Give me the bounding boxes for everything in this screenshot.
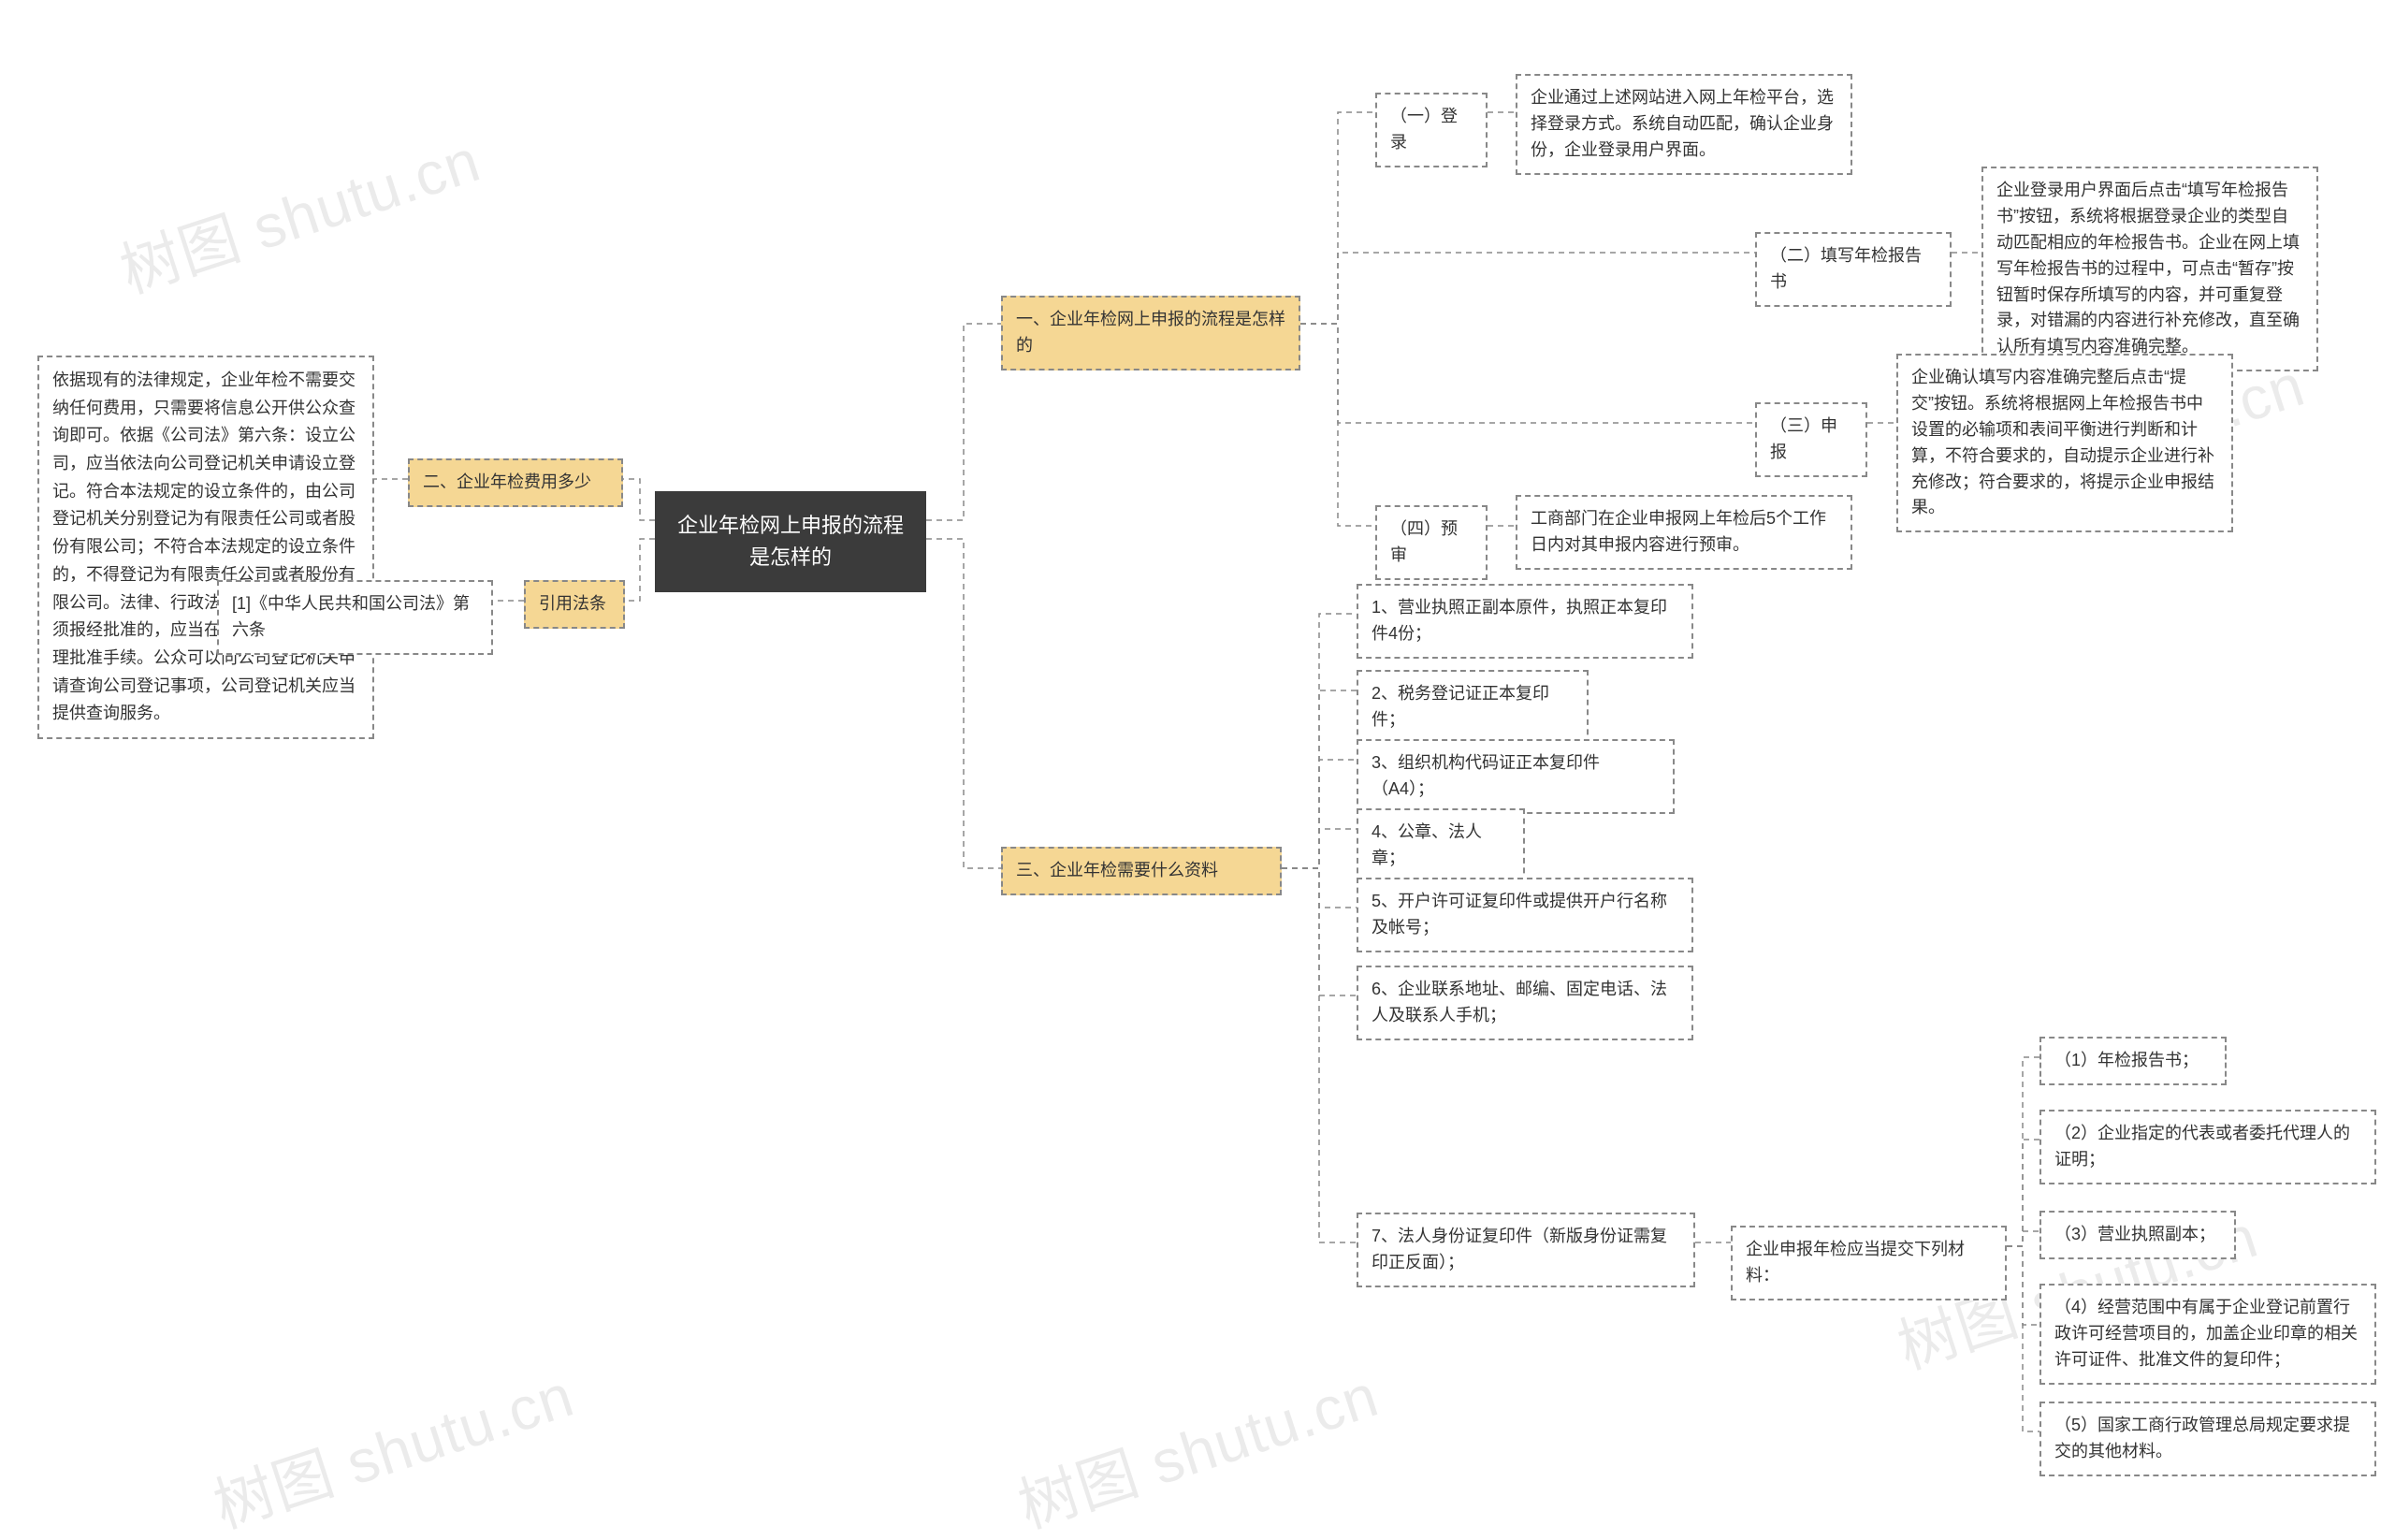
docs-sub-item-3: （3）营业执照副本； [2039,1211,2236,1259]
process-step-1-text: 企业通过上述网站进入网上年检平台，选择登录方式。系统自动匹配，确认企业身份，企业… [1516,74,1852,175]
docs-sub-item-5: （5）国家工商行政管理总局规定要求提交的其他材料。 [2039,1402,2376,1476]
fees-label[interactable]: 二、企业年检费用多少 [408,458,623,507]
docs-item-7[interactable]: 7、法人身份证复印件（新版身份证需复印正反面）； [1357,1213,1695,1287]
process-step-3-text: 企业确认填写内容准确完整后点击“提交”按钮。系统将根据网上年检报告书中设置的必输… [1896,354,2233,532]
process-step-2[interactable]: （二）填写年检报告书 [1755,232,1952,307]
docs-sub-item-4: （4）经营范围中有属于企业登记前置行政许可经营项目的，加盖企业印章的相关许可证件… [2039,1284,2376,1385]
watermark: 树图 shutu.cn [1007,1348,1388,1540]
process-step-4-text: 工商部门在企业申报网上年检后5个工作日内对其申报内容进行预审。 [1516,495,1852,570]
docs-item-6[interactable]: 6、企业联系地址、邮编、固定电话、法人及联系人手机； [1357,966,1693,1040]
docs-item-1[interactable]: 1、营业执照正副本原件，执照正本复印件4份； [1357,584,1693,659]
docs-item-5[interactable]: 5、开户许可证复印件或提供开户行名称及帐号； [1357,878,1693,952]
docs-item-3[interactable]: 3、组织机构代码证正本复印件（A4）； [1357,739,1675,814]
process-step-3[interactable]: （三）申报 [1755,402,1867,477]
fees-text: 依据现有的法律规定，企业年检不需要交纳任何费用，只需要将信息公开供公众查询即可。… [37,356,374,739]
cite-label[interactable]: 引用法条 [524,580,625,629]
process-step-4[interactable]: （四）预审 [1375,505,1488,580]
docs-label[interactable]: 三、企业年检需要什么资料 [1001,847,1282,895]
process-step-2-text: 企业登录用户界面后点击“填写年检报告书”按钮，系统将根据登录企业的类型自动匹配相… [1981,167,2318,371]
root-node[interactable]: 企业年检网上申报的流程是怎样的 [655,491,926,592]
watermark: 树图 shutu.cn [109,113,490,311]
docs-sub-item-1: （1）年检报告书； [2039,1037,2227,1085]
process-label[interactable]: 一、企业年检网上申报的流程是怎样的 [1001,296,1300,370]
watermark: 树图 shutu.cn [202,1348,584,1540]
docs-sub-item-2: （2）企业指定的代表或者委托代理人的证明； [2039,1110,2376,1184]
docs-item-2[interactable]: 2、税务登记证正本复印件； [1357,670,1589,745]
docs-item-4[interactable]: 4、公章、法人章； [1357,808,1525,883]
docs-sub-label[interactable]: 企业申报年检应当提交下列材料： [1731,1226,2007,1300]
process-step-1[interactable]: （一）登录 [1375,93,1488,167]
cite-text: [1]《中华人民共和国公司法》第六条 [217,580,493,655]
